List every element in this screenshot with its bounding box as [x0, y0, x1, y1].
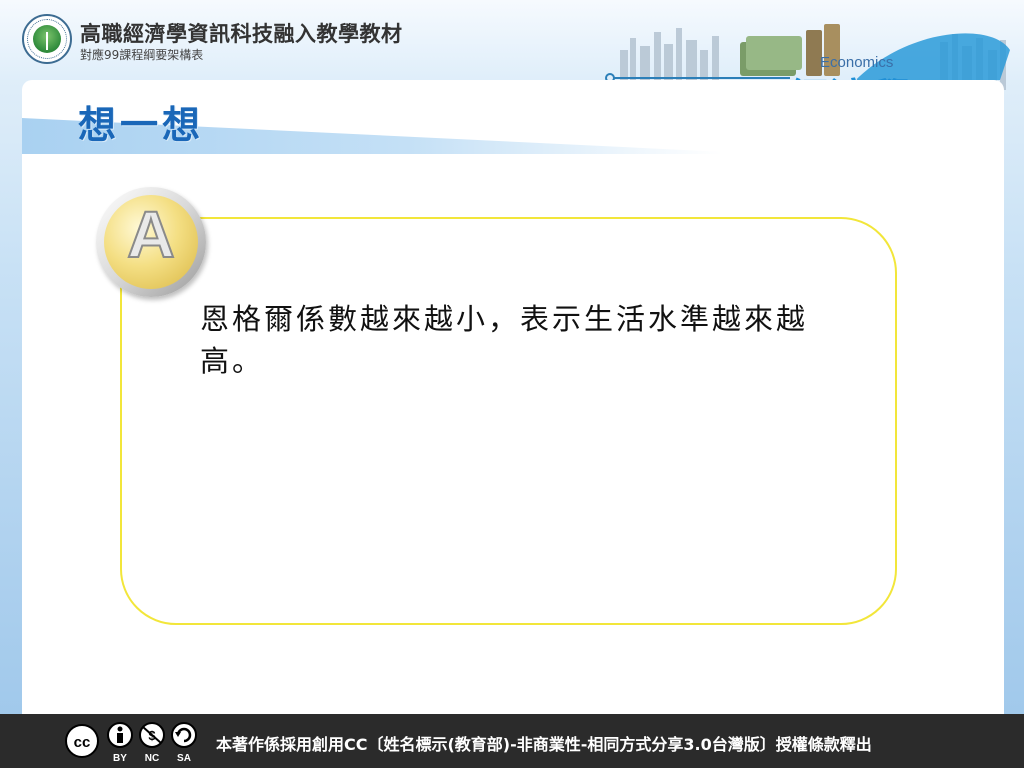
answer-badge-letter: A	[126, 197, 176, 271]
license-text: 本著作係採用創用CC〔姓名標示(教育部)-非商業性-相同方式分享3.0台灣版〕授…	[216, 735, 872, 754]
creative-commons-badges: cc BY $ NC SA	[65, 722, 197, 764]
cc-icon: cc	[65, 724, 99, 758]
sa-icon: SA	[171, 722, 197, 764]
by-label: BY	[113, 753, 127, 764]
svg-text:cc: cc	[74, 734, 91, 751]
by-icon: BY	[107, 722, 133, 764]
answer-card	[120, 217, 897, 625]
course-subtitle: 對應99課程綱要架構表	[80, 48, 204, 62]
answer-badge-icon: A	[96, 187, 206, 297]
ministry-of-education-seal-icon	[22, 14, 72, 64]
nc-icon: $ NC	[139, 722, 165, 764]
sa-label: SA	[177, 753, 191, 764]
page-title: 想一想	[78, 102, 205, 147]
answer-text: 恩格爾係數越來越小，表示生活水準越來越高。	[200, 302, 809, 378]
course-title: 高職經濟學資訊科技融入教學教材	[80, 22, 403, 46]
nc-label: NC	[145, 753, 159, 764]
